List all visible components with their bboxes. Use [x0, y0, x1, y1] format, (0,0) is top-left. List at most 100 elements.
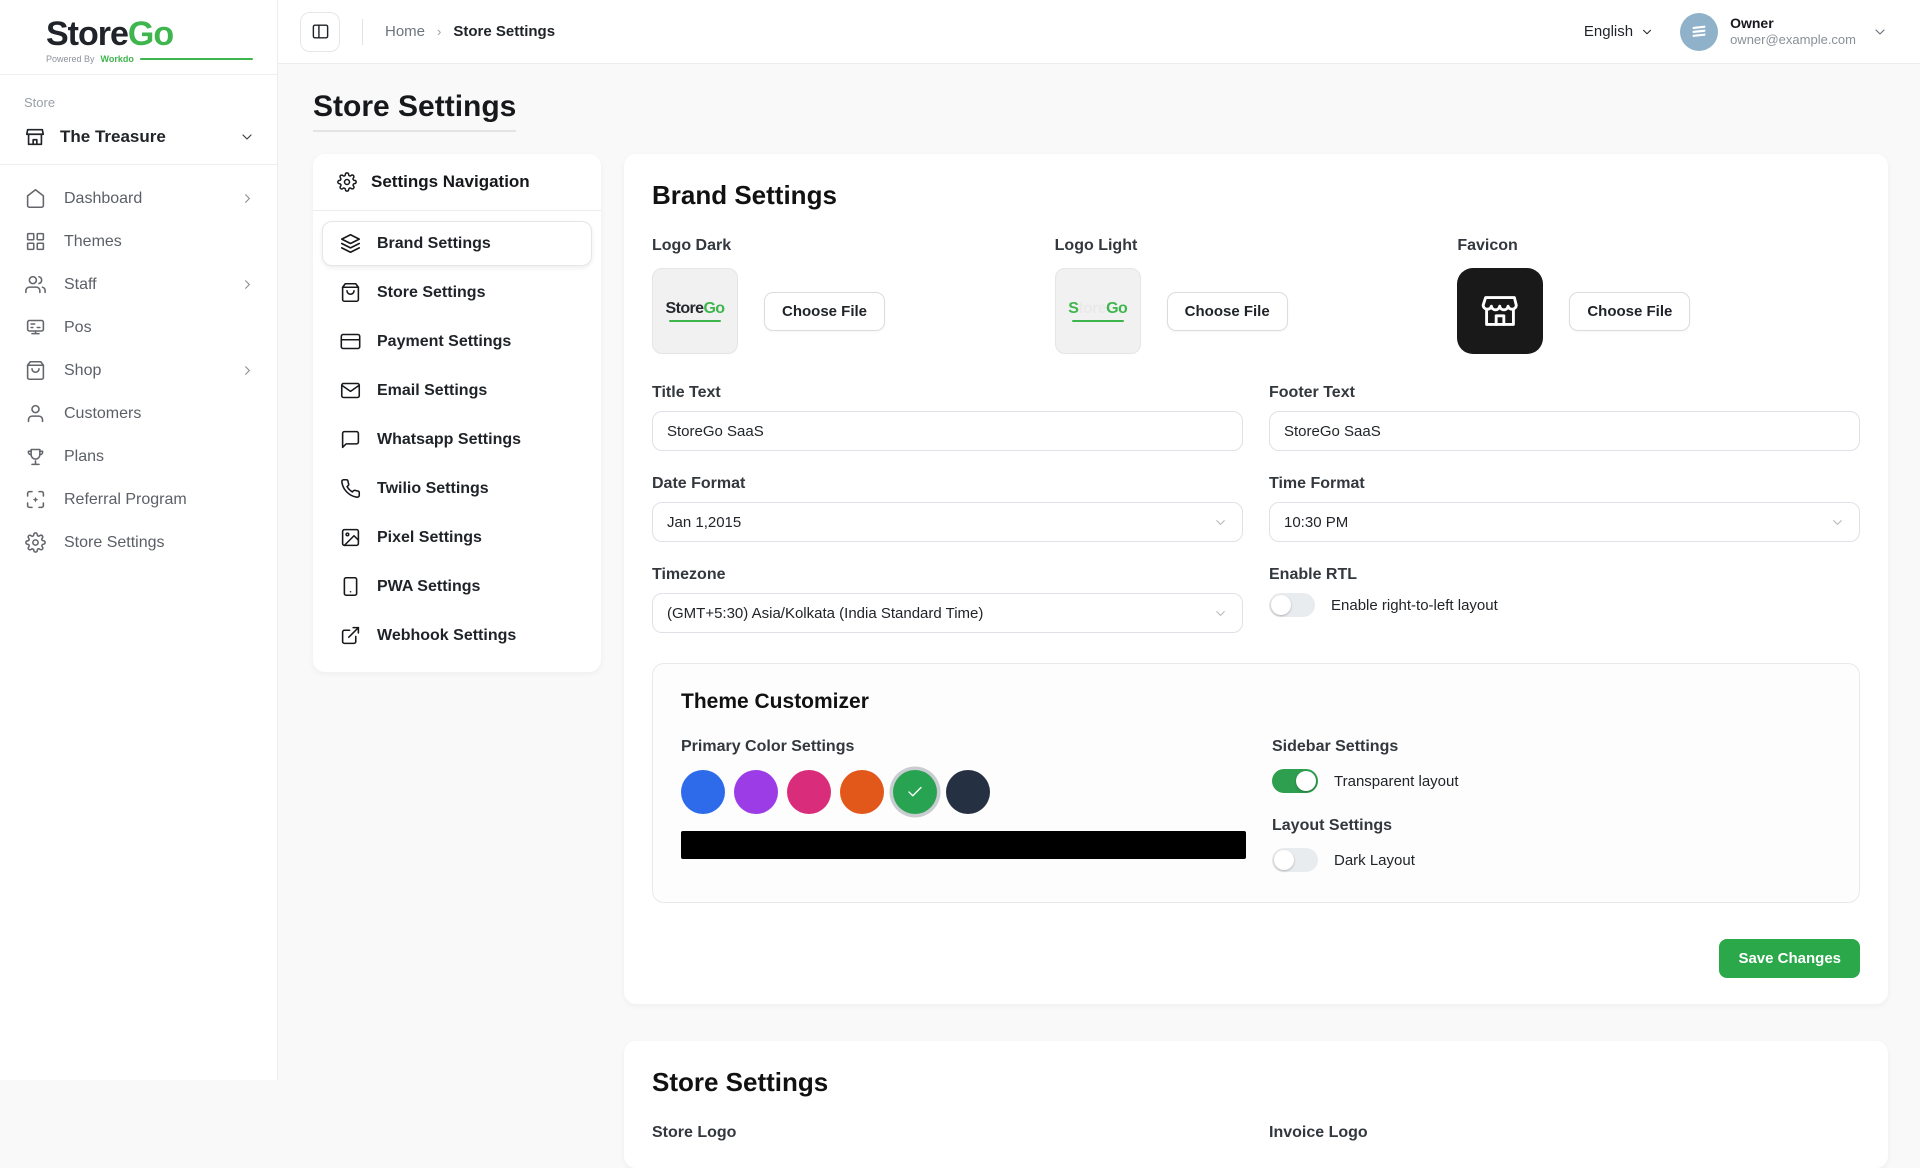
sidebar-item-shop[interactable]: Shop	[0, 349, 277, 392]
sidebar-item-pos[interactable]: Pos	[0, 306, 277, 349]
favicon-label: Favicon	[1457, 237, 1860, 255]
sidebar-item-customers[interactable]: Customers	[0, 392, 277, 435]
user-name: Owner	[1730, 15, 1856, 33]
pos-terminal-icon	[25, 317, 46, 338]
logo-light-choose-file-button[interactable]: Choose File	[1167, 292, 1288, 331]
color-preview-bar[interactable]	[681, 831, 1246, 859]
settings-nav-label: Email Settings	[377, 382, 487, 400]
breadcrumb-home-link[interactable]: Home	[385, 23, 425, 40]
logo-underline	[669, 320, 721, 322]
logo-underline	[1072, 320, 1124, 322]
panel-toggle-icon	[311, 22, 330, 41]
settings-nav-item-pwa[interactable]: PWA Settings	[322, 564, 592, 609]
powered-by-underline	[140, 58, 253, 60]
footer-text-input[interactable]	[1269, 411, 1860, 451]
settings-nav-label: Webhook Settings	[377, 627, 516, 645]
time-format-value: 10:30 PM	[1284, 514, 1348, 531]
external-link-icon	[340, 625, 361, 646]
settings-nav-item-whatsapp[interactable]: Whatsapp Settings	[322, 417, 592, 462]
color-swatch-purple[interactable]	[734, 770, 778, 814]
title-text-group: Title Text	[652, 384, 1243, 451]
logo-light-label: Logo Light	[1055, 237, 1458, 255]
logo-text: S	[1068, 300, 1078, 317]
date-format-select[interactable]: Jan 1,2015	[652, 502, 1243, 542]
settings-nav-item-pixel[interactable]: Pixel Settings	[322, 515, 592, 560]
user-menu[interactable]: Owner owner@example.com	[1680, 13, 1888, 51]
main-content: Store Settings Settings Navigation Brand…	[278, 64, 1920, 1168]
color-swatch-dark-navy[interactable]	[946, 770, 990, 814]
storefront-icon	[24, 126, 46, 148]
transparent-layout-label: Transparent layout	[1334, 773, 1459, 790]
check-icon	[893, 770, 937, 814]
timezone-value: (GMT+5:30) Asia/Kolkata (India Standard …	[667, 605, 983, 622]
sidebar-item-staff[interactable]: Staff	[0, 263, 277, 306]
save-changes-button[interactable]: Save Changes	[1719, 939, 1860, 978]
transparent-layout-toggle[interactable]	[1272, 769, 1318, 793]
color-swatch-orange[interactable]	[840, 770, 884, 814]
sidebar-section-label: Store	[0, 75, 277, 116]
theme-toggles-group: Sidebar Settings Transparent layout Layo…	[1272, 738, 1831, 872]
sidebar-item-dashboard[interactable]: Dashboard	[0, 177, 277, 220]
logo-dark-choose-file-button[interactable]: Choose File	[764, 292, 885, 331]
building-icon	[1688, 21, 1710, 43]
enable-rtl-toggle-label: Enable right-to-left layout	[1331, 597, 1498, 614]
logo-text: tore	[1078, 300, 1106, 317]
time-format-group: Time Format 10:30 PM	[1269, 475, 1860, 542]
store-switcher[interactable]: The Treasure	[0, 116, 277, 164]
logo-store-text: Store	[46, 15, 128, 53]
date-format-group: Date Format Jan 1,2015	[652, 475, 1243, 542]
logo-dark-image: StoreGo	[666, 301, 725, 317]
brand-settings-title: Brand Settings	[652, 180, 1860, 211]
time-format-select[interactable]: 10:30 PM	[1269, 502, 1860, 542]
settings-nav-item-webhook[interactable]: Webhook Settings	[322, 613, 592, 658]
sidebar-item-label: Shop	[64, 362, 101, 380]
favicon-preview	[1457, 268, 1543, 354]
settings-nav-item-store[interactable]: Store Settings	[322, 270, 592, 315]
storefront-icon	[1477, 288, 1523, 334]
sidebar-item-themes[interactable]: Themes	[0, 220, 277, 263]
timezone-select[interactable]: (GMT+5:30) Asia/Kolkata (India Standard …	[652, 593, 1243, 633]
chat-bubble-icon	[340, 429, 361, 450]
date-format-value: Jan 1,2015	[667, 514, 741, 531]
settings-navigation-title: Settings Navigation	[371, 172, 530, 192]
dark-layout-toggle[interactable]	[1272, 848, 1318, 872]
settings-nav-item-email[interactable]: Email Settings	[322, 368, 592, 413]
credit-card-icon	[340, 331, 361, 352]
enable-rtl-toggle[interactable]	[1269, 593, 1315, 617]
top-bar: Home › Store Settings English Owner owne…	[278, 0, 1920, 64]
color-swatch-green-selected[interactable]	[893, 770, 937, 814]
toggle-knob	[1296, 771, 1316, 791]
toggle-knob	[1274, 850, 1294, 870]
gear-icon	[25, 532, 46, 553]
layout-settings-label: Layout Settings	[1272, 817, 1831, 835]
favicon-group: Favicon Choose File	[1457, 237, 1860, 354]
settings-nav-item-twilio[interactable]: Twilio Settings	[322, 466, 592, 511]
store-settings-title: Store Settings	[652, 1067, 1860, 1098]
sidebar-item-referral-program[interactable]: Referral Program	[0, 478, 277, 521]
color-swatch-pink[interactable]	[787, 770, 831, 814]
invoice-logo-label: Invoice Logo	[1269, 1124, 1860, 1142]
language-selector[interactable]: English	[1584, 23, 1654, 40]
settings-nav-item-brand[interactable]: Brand Settings	[322, 221, 592, 266]
user-meta: Owner owner@example.com	[1730, 15, 1856, 49]
logo-dark-group: Logo Dark StoreGo Choose File	[652, 237, 1055, 354]
header-actions: English Owner owner@example.com	[1584, 13, 1888, 51]
color-swatches	[681, 770, 1246, 814]
favicon-choose-file-button[interactable]: Choose File	[1569, 292, 1690, 331]
chevron-down-icon	[1213, 606, 1228, 621]
sidebar-toggle-button[interactable]	[300, 12, 340, 52]
title-text-input[interactable]	[652, 411, 1243, 451]
sidebar-item-store-settings[interactable]: Store Settings	[0, 521, 277, 564]
sidebar-item-plans[interactable]: Plans	[0, 435, 277, 478]
settings-nav-label: Whatsapp Settings	[377, 431, 521, 449]
logo-dark-preview: StoreGo	[652, 268, 738, 354]
logo-light-image: StoreGo	[1068, 301, 1127, 317]
settings-nav-item-payment[interactable]: Payment Settings	[322, 319, 592, 364]
color-swatch-blue[interactable]	[681, 770, 725, 814]
toggle-knob	[1271, 595, 1291, 615]
language-label: English	[1584, 23, 1633, 40]
users-icon	[25, 274, 46, 295]
sidebar-item-label: Dashboard	[64, 190, 142, 208]
timezone-label: Timezone	[652, 566, 1243, 584]
settings-nav-label: Brand Settings	[377, 235, 491, 253]
